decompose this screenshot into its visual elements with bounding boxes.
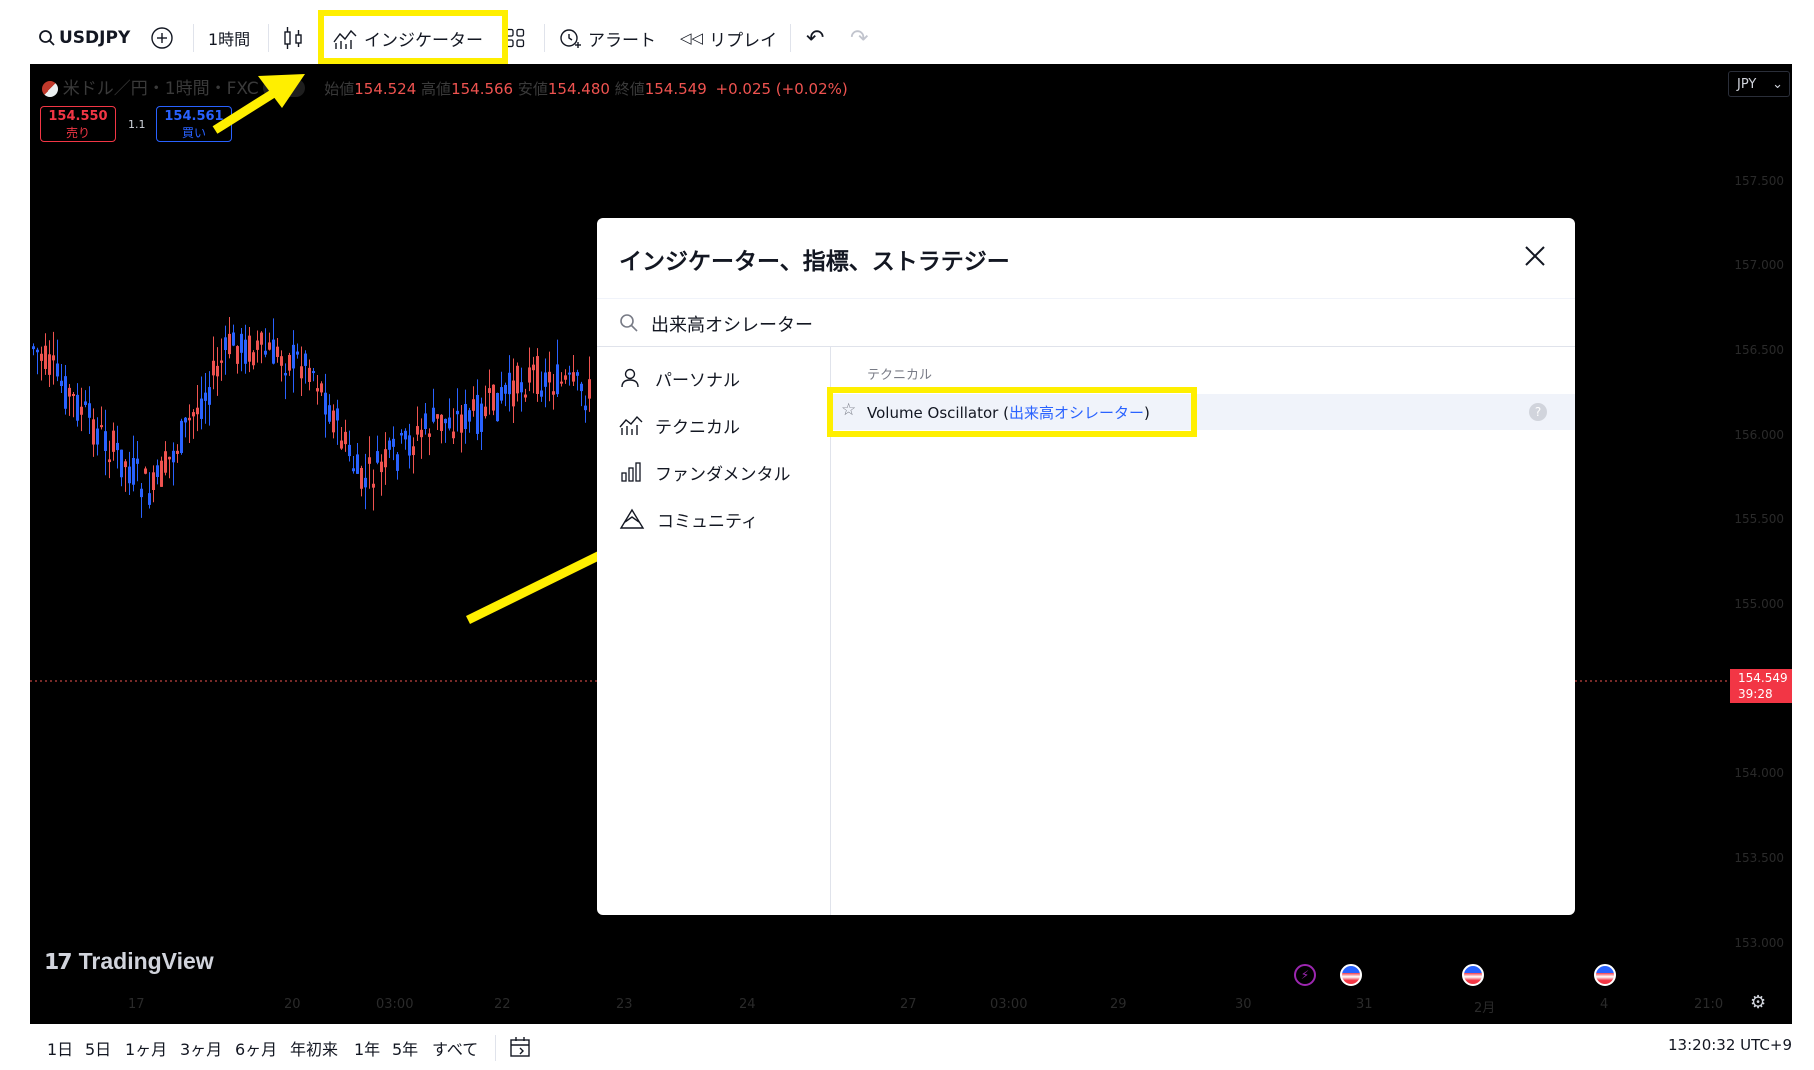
chart-type-button[interactable]	[282, 20, 304, 56]
sidebar-item-label: コミュニティ	[657, 511, 758, 532]
close-icon	[1525, 246, 1545, 266]
category-sidebar: パーソナル テクニカル ファンダメンタル コミュニティ	[597, 346, 831, 915]
alert-button[interactable]: アラート	[558, 20, 656, 56]
interval-button[interactable]: 1時間	[208, 20, 250, 56]
sidebar-item-fundamentals[interactable]: ファンダメンタル	[619, 456, 791, 488]
alarm-clock-icon	[560, 29, 581, 48]
result-label: Volume Oscillator (出来高オシレーター)	[867, 402, 1150, 423]
range-1y-button[interactable]: 1年	[354, 1036, 380, 1060]
sidebar-item-label: パーソナル	[655, 370, 740, 391]
bar-chart-icon	[621, 462, 641, 482]
grid-icon	[505, 28, 525, 48]
alert-label: アラート	[588, 30, 656, 51]
result-paren-close: )	[1144, 404, 1150, 422]
rewind-icon: ◁◁	[680, 29, 704, 47]
favorite-star-icon[interactable]: ☆	[841, 400, 856, 420]
indicators-button[interactable]: インジケーター	[332, 20, 483, 56]
candles-icon	[284, 27, 302, 49]
toolbar-divider	[268, 24, 269, 52]
dialog-title: インジケーター、指標、ストラテジー	[619, 249, 1010, 275]
range-1d-button[interactable]: 1日	[47, 1036, 73, 1060]
range-3m-button[interactable]: 3ヶ月	[180, 1036, 222, 1060]
chart-pane[interactable]: 米ドル／円・1時間・FXC ≈ 始値154.524 高値154.566 安値15…	[30, 64, 1792, 1024]
close-button[interactable]	[1523, 244, 1547, 268]
symbol-label: USDJPY	[59, 28, 131, 48]
bottom-toolbar: 1日 5日 1ヶ月 3ヶ月 6ヶ月 年初来 1年 5年 すべて 13:20:32…	[0, 1024, 1814, 1070]
results-panel: テクニカル ☆ Volume Oscillator (出来高オシレーター) ?	[831, 346, 1575, 915]
search-icon	[39, 30, 55, 46]
range-all-button[interactable]: すべて	[432, 1036, 478, 1060]
toolbar-divider	[193, 24, 194, 52]
range-5d-button[interactable]: 5日	[85, 1036, 111, 1060]
search-icon	[620, 314, 638, 332]
range-5y-button[interactable]: 5年	[392, 1036, 418, 1060]
user-icon	[621, 368, 639, 388]
range-6m-button[interactable]: 6ヶ月	[235, 1036, 277, 1060]
community-icon	[619, 508, 645, 529]
plus-circle-icon	[151, 27, 173, 49]
result-translated: 出来高オシレーター	[1009, 404, 1145, 422]
redo-icon: ↷	[850, 25, 869, 51]
result-row-volume-oscillator[interactable]: ☆ Volume Oscillator (出来高オシレーター) ?	[831, 394, 1575, 430]
toolbar-divider	[790, 24, 791, 52]
layouts-button[interactable]	[505, 20, 525, 56]
redo-button[interactable]: ↷	[850, 20, 868, 56]
calendar-icon	[510, 1037, 530, 1057]
symbol-search-button[interactable]: USDJPY	[38, 20, 130, 56]
toolbar-divider	[544, 24, 545, 52]
range-1m-button[interactable]: 1ヶ月	[125, 1036, 167, 1060]
undo-icon: ↶	[806, 25, 825, 51]
sidebar-item-technicals[interactable]: テクニカル	[619, 409, 740, 441]
result-name: Volume Oscillator	[867, 404, 999, 422]
indicators-dialog: インジケーター、指標、ストラテジー 出来高オシレーター パーソナル テクニカル …	[597, 218, 1575, 915]
sidebar-item-community[interactable]: コミュニティ	[619, 503, 758, 535]
indicators-icon	[333, 29, 357, 49]
goto-date-button[interactable]	[508, 1035, 532, 1063]
replay-button[interactable]: ◁◁ リプレイ	[680, 20, 777, 56]
section-header: テクニカル	[867, 368, 933, 383]
sidebar-item-personal[interactable]: パーソナル	[619, 362, 740, 394]
compare-button[interactable]	[150, 20, 174, 56]
replay-label: リプレイ	[709, 30, 778, 51]
toolbar-divider	[495, 1035, 496, 1061]
sidebar-item-label: テクニカル	[655, 417, 740, 438]
search-value: 出来高オシレーター	[651, 315, 813, 336]
sidebar-item-label: ファンダメンタル	[655, 464, 791, 485]
indicators-label: インジケーター	[364, 30, 483, 51]
clock-timezone-button[interactable]: 13:20:32 UTC+9	[1668, 1036, 1792, 1054]
help-icon[interactable]: ?	[1529, 403, 1547, 421]
range-ytd-button[interactable]: 年初来	[290, 1036, 338, 1060]
top-toolbar: USDJPY 1時間 インジケーター アラート ◁◁ リプレイ ↶ ↷	[0, 0, 1814, 64]
technicals-icon	[619, 415, 643, 435]
undo-button[interactable]: ↶	[806, 20, 824, 56]
search-input[interactable]: 出来高オシレーター	[597, 298, 1575, 347]
